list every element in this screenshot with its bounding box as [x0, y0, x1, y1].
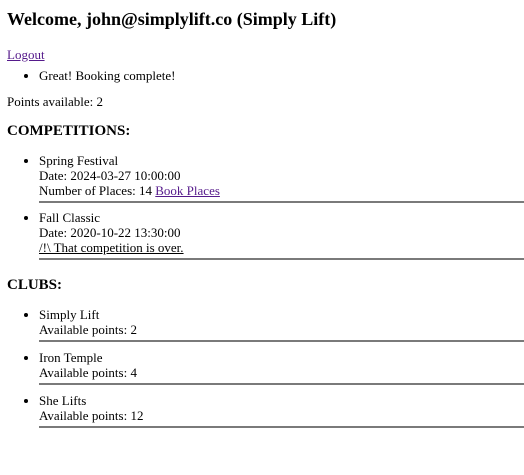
divider	[39, 340, 524, 342]
competitions-list-wrapper: Spring Festival Date: 2024-03-27 10:00:0…	[7, 153, 524, 260]
divider	[39, 201, 524, 203]
competition-name: Spring Festival	[39, 153, 119, 168]
divider	[39, 258, 524, 260]
book-places-link[interactable]: Book Places	[155, 183, 220, 198]
competition-date: Date: 2020-10-22 13:30:00	[39, 225, 181, 240]
club-name: Simply Lift	[39, 307, 100, 322]
points-available: Points available: 2	[7, 94, 104, 109]
club-item: She Lifts Available points: 12	[39, 393, 524, 428]
club-points: Available points: 12	[39, 408, 144, 423]
logout-row: Logout	[7, 47, 524, 62]
divider	[39, 383, 524, 385]
competition-item: Fall Classic Date: 2020-10-22 13:30:00 /…	[39, 210, 524, 260]
divider	[39, 426, 524, 428]
clubs-heading: CLUBS:	[7, 277, 63, 293]
competition-places: Number of Places: 14	[39, 183, 153, 198]
flash-messages: Great! Booking complete!	[7, 68, 524, 83]
competitions-heading: COMPETITIONS:	[7, 123, 131, 139]
logout-link[interactable]: Logout	[7, 47, 45, 62]
competition-item: Spring Festival Date: 2024-03-27 10:00:0…	[39, 153, 524, 203]
club-name: Iron Temple	[39, 350, 103, 365]
club-item: Iron Temple Available points: 4	[39, 350, 524, 385]
club-item: Simply Lift Available points: 2	[39, 307, 524, 342]
competition-date: Date: 2024-03-27 10:00:00	[39, 168, 181, 183]
competition-name: Fall Classic	[39, 210, 101, 225]
competitions-list: Spring Festival Date: 2024-03-27 10:00:0…	[7, 153, 524, 260]
club-name: She Lifts	[39, 393, 87, 408]
club-points: Available points: 2	[39, 322, 137, 337]
club-points: Available points: 4	[39, 365, 137, 380]
page: Welcome, john@simplylift.co (Simply Lift…	[0, 9, 524, 428]
flash-message: Great! Booking complete!	[39, 68, 524, 83]
page-title: Welcome, john@simplylift.co (Simply Lift…	[7, 9, 337, 29]
competition-over-message: /!\ That competition is over.	[39, 240, 184, 255]
clubs-list: Simply Lift Available points: 2 Iron Tem…	[7, 307, 524, 428]
